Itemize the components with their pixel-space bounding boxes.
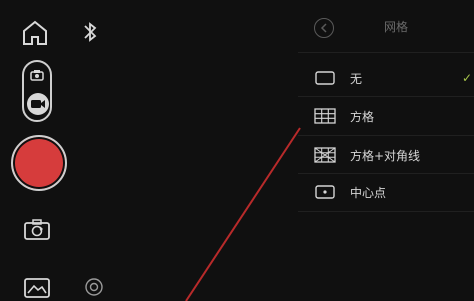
empty-square-icon [314,70,336,86]
focus-target-icon[interactable] [83,276,105,298]
menu-title: 网格 [384,20,409,34]
gallery-icon[interactable] [22,276,52,300]
menu-header: 网格 [298,8,474,48]
grid-diagonal-icon [314,147,336,163]
menu-item-center-point[interactable]: 中心点 [298,174,474,210]
bluetooth-icon[interactable] [80,18,100,46]
divider [298,52,474,53]
divider [298,211,474,212]
video-icon[interactable] [27,93,49,115]
divider [298,96,474,97]
divider [298,135,474,136]
menu-item-label: 方格 [350,109,375,124]
menu-item-grid-diagonal[interactable]: 方格+对角线 [298,137,474,173]
record-button[interactable] [11,135,67,191]
camera-screen: 网格 无 ✓ 方格 方格+对角线 中心点 [0,0,474,301]
back-arrow-icon[interactable] [314,18,334,38]
home-icon[interactable] [18,16,52,50]
grid-icon [314,108,336,124]
menu-item-none[interactable]: 无 ✓ [298,60,474,96]
menu-item-label: 方格+对角线 [350,148,421,163]
check-icon: ✓ [462,71,473,85]
photo-video-toggle[interactable] [22,60,52,122]
menu-item-label: 中心点 [350,185,387,200]
menu-item-label: 无 [350,71,363,86]
menu-item-grid[interactable]: 方格 [298,98,474,134]
camera-icon[interactable] [28,66,46,84]
left-toolbar [0,0,120,301]
center-point-icon [314,184,336,200]
grid-menu: 网格 无 ✓ 方格 方格+对角线 中心点 [298,8,474,218]
camera-flip-icon[interactable] [22,218,52,242]
